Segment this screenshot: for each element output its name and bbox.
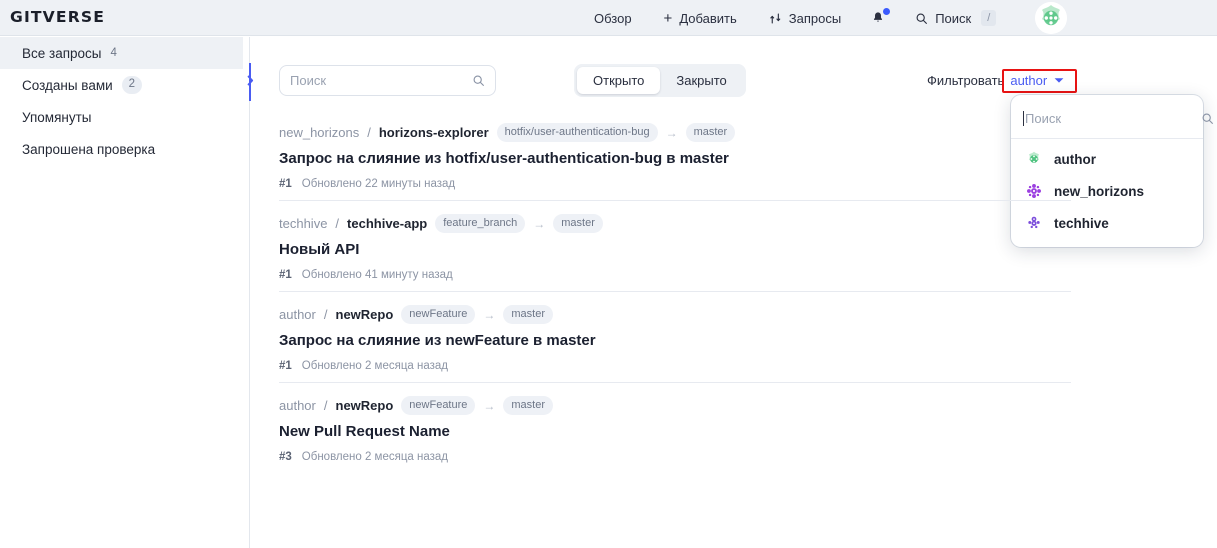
pr-updated: Обновлено 2 месяца назад xyxy=(301,451,449,463)
search-icon xyxy=(1201,112,1214,125)
pr-path-separator: / xyxy=(335,216,340,231)
pr-target-branch: master xyxy=(503,396,554,415)
pr-owner[interactable]: techhive xyxy=(279,216,327,231)
pr-target-branch: master xyxy=(685,123,736,142)
pr-number: #3 xyxy=(279,451,292,463)
pr-meta: #3 Обновлено 2 месяца назад xyxy=(279,451,1071,463)
filter-label: Фильтровать xyxy=(927,73,1005,88)
chevron-down-icon xyxy=(1054,77,1064,84)
pr-title[interactable]: Новый API xyxy=(279,241,1071,258)
pr-owner[interactable]: author xyxy=(279,307,316,322)
pr-repo-header: new_horizons / horizons-explorer hotfix/… xyxy=(279,123,1071,142)
search-shortcut-key: / xyxy=(981,10,997,26)
pr-path-separator: / xyxy=(367,125,371,140)
list-item[interactable]: techhive / techhive-app feature_branch →… xyxy=(279,200,1071,291)
sidebar-item-mentioned[interactable]: Упомянуты xyxy=(0,101,243,133)
avatar[interactable] xyxy=(1035,2,1067,34)
pr-path-separator: / xyxy=(323,398,328,413)
sidebar-item-all-requests[interactable]: Все запросы 4 xyxy=(0,37,243,69)
sidebar-item-created-by-you[interactable]: Созданы вами 2 xyxy=(0,69,243,101)
nav-item-requests[interactable]: Запросы xyxy=(753,0,857,36)
nav-requests-label: Запросы xyxy=(788,10,842,26)
pr-number: #1 xyxy=(279,178,292,190)
notification-dot xyxy=(883,8,891,15)
plus-icon: + xyxy=(663,9,673,27)
filter-dropdown-trigger[interactable]: author xyxy=(1010,73,1064,88)
main-nav: Обзор + Добавить Запросы Поиск / xyxy=(578,0,1012,36)
sidebar-divider xyxy=(249,37,250,548)
pr-number: #1 xyxy=(279,360,292,372)
pull-request-list: new_horizons / horizons-explorer hotfix/… xyxy=(279,118,1071,473)
top-navigation-bar: GITVERSE Обзор + Добавить Запросы Поиск … xyxy=(0,0,1217,36)
pr-target-branch: master xyxy=(553,214,603,233)
search-input[interactable] xyxy=(290,73,472,88)
list-item[interactable]: author / newRepo newFeature → master Зап… xyxy=(279,291,1071,382)
pr-title[interactable]: Запрос на слияние из hotfix/user-authent… xyxy=(279,150,1071,167)
sidebar-item-label: Созданы вами xyxy=(22,77,113,93)
arrow-right-icon: → xyxy=(665,125,678,140)
arrow-right-icon: → xyxy=(483,307,496,322)
sidebar-item-label: Запрошена проверка xyxy=(22,141,156,157)
pr-repo[interactable]: newRepo xyxy=(336,398,394,413)
nav-item-add[interactable]: + Добавить xyxy=(648,0,753,36)
pr-title[interactable]: Запрос на слияние из newFeature в master xyxy=(279,332,1071,349)
nav-add-label: Добавить xyxy=(679,10,737,26)
pr-meta: #1 Обновлено 41 минуту назад xyxy=(279,269,1071,281)
nav-overview-label: Обзор xyxy=(594,10,632,26)
arrow-right-icon: → xyxy=(483,398,496,413)
pr-owner[interactable]: author xyxy=(279,398,316,413)
pr-updated: Обновлено 22 минуты назад xyxy=(301,178,456,190)
pr-repo-header: author / newRepo newFeature → master xyxy=(279,305,1071,324)
pr-repo-header: techhive / techhive-app feature_branch →… xyxy=(279,214,1071,233)
arrow-right-icon: → xyxy=(533,216,546,231)
pr-updated: Обновлено 2 месяца назад xyxy=(301,360,449,372)
filter-row: Фильтровать author xyxy=(927,73,1064,88)
sidebar: Все запросы 4 Созданы вами 2 Упомянуты З… xyxy=(0,37,243,165)
pr-repo[interactable]: horizons-explorer xyxy=(379,125,489,140)
pr-repo-header: author / newRepo newFeature → master xyxy=(279,396,1071,415)
pr-source-branch: hotfix/user-authentication-bug xyxy=(496,123,658,142)
sidebar-item-count: 2 xyxy=(121,76,143,94)
list-item[interactable]: author / newRepo newFeature → master New… xyxy=(279,382,1071,473)
nav-item-overview[interactable]: Обзор xyxy=(578,0,648,36)
pr-source-branch: newFeature xyxy=(401,396,476,415)
filter-selected-value: author xyxy=(1010,73,1048,88)
pr-source-branch: feature_branch xyxy=(435,214,526,233)
user-avatar-identicon xyxy=(1035,2,1067,34)
gitverse-logo[interactable]: GITVERSE xyxy=(10,8,105,26)
pr-meta: #1 Обновлено 22 минуты назад xyxy=(279,178,1071,190)
pr-meta: #1 Обновлено 2 месяца назад xyxy=(279,360,1071,372)
sidebar-item-label: Упомянуты xyxy=(22,109,92,125)
sidebar-item-review-requested[interactable]: Запрошена проверка xyxy=(0,133,243,165)
pr-number: #1 xyxy=(279,269,292,281)
pr-source-branch: newFeature xyxy=(401,305,476,324)
tab-closed[interactable]: Закрыто xyxy=(660,67,742,94)
sidebar-item-label: Все запросы xyxy=(22,45,102,61)
chevron-right-icon[interactable] xyxy=(246,73,255,87)
pr-updated: Обновлено 41 минуту назад xyxy=(301,269,453,281)
tab-open[interactable]: Открыто xyxy=(577,67,661,94)
pull-request-icon xyxy=(769,12,782,25)
search-icon xyxy=(472,74,485,87)
notifications-button[interactable] xyxy=(857,0,899,36)
pr-path-separator: / xyxy=(323,307,328,322)
pr-owner[interactable]: new_horizons xyxy=(279,125,359,140)
sidebar-item-count: 4 xyxy=(110,47,117,59)
pr-title[interactable]: New Pull Request Name xyxy=(279,423,1071,440)
pr-target-branch: master xyxy=(503,305,554,324)
global-search-button[interactable]: Поиск / xyxy=(899,0,1012,36)
global-search-label: Поиск xyxy=(935,10,972,26)
search-input-wrapper[interactable] xyxy=(279,65,496,96)
pr-repo[interactable]: techhive-app xyxy=(347,216,427,231)
state-filter-tabs: Открыто Закрыто xyxy=(574,64,746,97)
list-item[interactable]: new_horizons / horizons-explorer hotfix/… xyxy=(279,118,1071,200)
search-icon xyxy=(915,12,928,25)
pr-repo[interactable]: newRepo xyxy=(336,307,394,322)
